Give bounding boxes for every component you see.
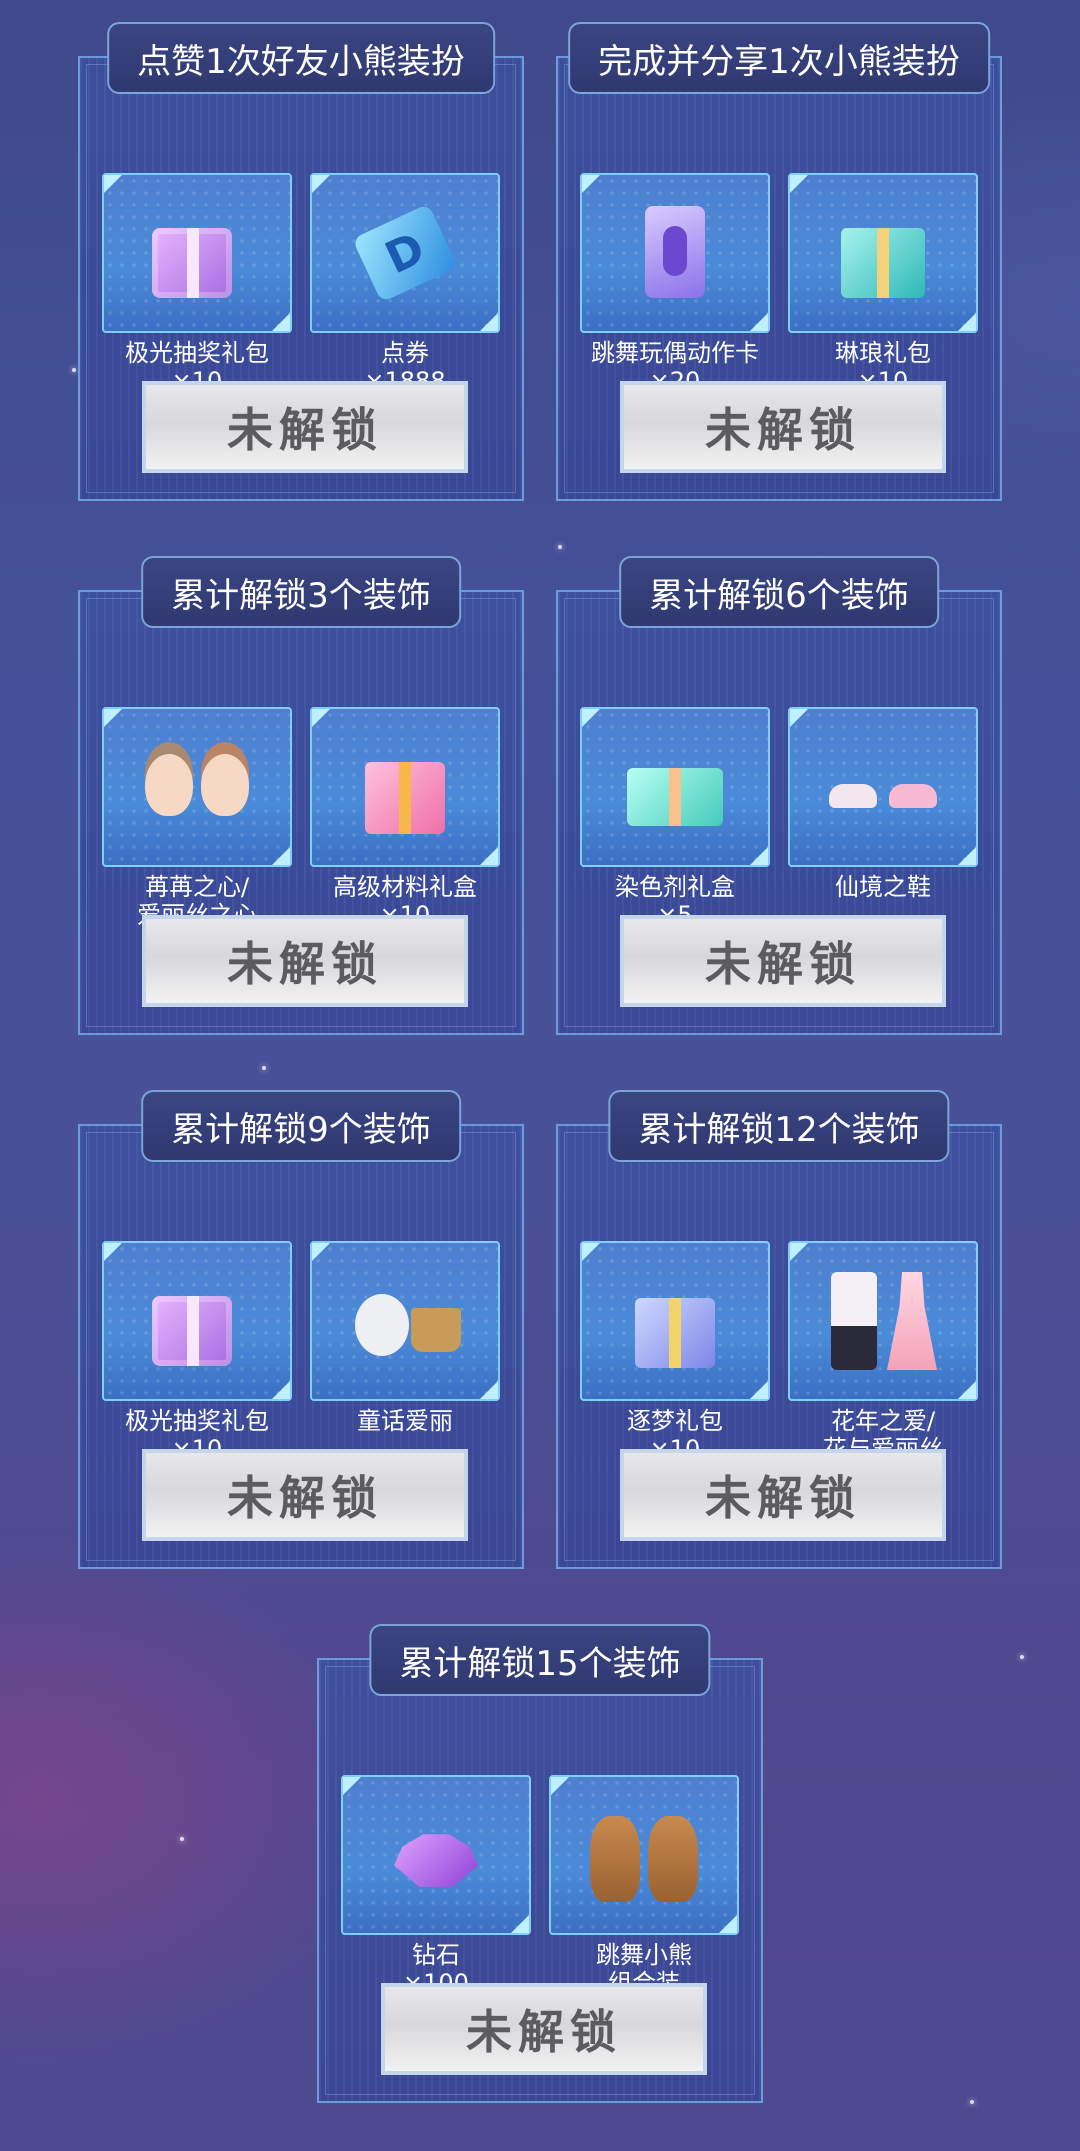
reward-panel: 累计解锁12个装饰 逐梦礼包×10 花年之爱/花与爱丽丝 未解锁 [556,1090,1002,1569]
star-decoration [180,1837,184,1841]
reward-item-card[interactable] [580,173,770,333]
reward-item[interactable]: 童话爱丽 [310,1241,504,1435]
reward-item-card[interactable] [788,1241,978,1401]
reward-item-card[interactable] [310,173,500,333]
reward-item[interactable]: 点券×1888 [310,173,504,395]
reward-item[interactable]: 跳舞玩偶动作卡×20 [580,173,774,395]
reward-item[interactable]: 苒苒之心/爱丽丝之心 [102,707,296,929]
reward-item-card[interactable] [580,1241,770,1401]
reward-item[interactable]: 跳舞小熊组合装 [549,1775,743,1997]
dance-action-card-icon [615,198,735,308]
star-decoration [970,2100,974,2104]
reward-item[interactable]: 花年之爱/花与爱丽丝 [788,1241,982,1463]
locked-button[interactable]: 未解锁 [620,381,946,473]
panel-title: 点赞1次好友小熊装扮 [107,22,495,94]
reward-item-card[interactable] [102,173,292,333]
pink-gift-box-icon [345,732,465,842]
reward-item-card[interactable] [310,707,500,867]
star-decoration [558,545,562,549]
reward-item[interactable]: 琳琅礼包×10 [788,173,982,395]
reward-item-card[interactable] [102,1241,292,1401]
panel-title: 累计解锁3个装饰 [141,556,461,628]
panel-title: 累计解锁12个装饰 [608,1090,950,1162]
reward-item-name: 童话爱丽 [357,1407,453,1435]
reward-item[interactable]: 极光抽奖礼包×10 [102,1241,296,1463]
locked-button[interactable]: 未解锁 [142,381,468,473]
locked-button[interactable]: 未解锁 [620,915,946,1007]
reward-panel: 点赞1次好友小熊装扮 极光抽奖礼包×10 点券×1888 未解锁 [78,22,524,501]
teal-gift-icon [823,198,943,308]
reward-item-card[interactable] [549,1775,739,1935]
reward-item-card[interactable] [341,1775,531,1935]
mint-gift-box-icon [615,732,735,842]
locked-button[interactable]: 未解锁 [381,1983,707,2075]
shoes-icon [823,732,943,842]
locked-button[interactable]: 未解锁 [620,1449,946,1541]
panel-title: 累计解锁15个装饰 [369,1624,711,1696]
locked-button[interactable]: 未解锁 [142,915,468,1007]
reward-item[interactable]: 钻石×100 [341,1775,535,1997]
panel-title: 完成并分享1次小熊装扮 [568,22,990,94]
character-faces-icon [137,732,257,842]
purple-gift-icon [137,1266,257,1376]
dream-gift-icon [615,1266,735,1376]
star-decoration [72,368,76,372]
reward-panel: 累计解锁3个装饰 苒苒之心/爱丽丝之心 高级材料礼盒×10 未解锁 [78,556,524,1035]
reward-item-card[interactable] [310,1241,500,1401]
reward-item[interactable]: 仙境之鞋 [788,707,982,901]
teddy-bears-icon [584,1800,704,1910]
star-decoration [262,1066,266,1070]
panel-title: 累计解锁9个装饰 [141,1090,461,1162]
reward-panel: 累计解锁9个装饰 极光抽奖礼包×10 童话爱丽 未解锁 [78,1090,524,1569]
reward-item[interactable]: 逐梦礼包×10 [580,1241,774,1463]
reward-item-card[interactable] [580,707,770,867]
reward-item[interactable]: 染色剂礼盒×5 [580,707,774,929]
reward-item-card[interactable] [102,707,292,867]
panel-title: 累计解锁6个装饰 [619,556,939,628]
reward-item[interactable]: 高级材料礼盒×10 [310,707,504,929]
outfits-icon [823,1266,943,1376]
reward-panel: 累计解锁6个装饰 染色剂礼盒×5 仙境之鞋 未解锁 [556,556,1002,1035]
locked-button[interactable]: 未解锁 [142,1449,468,1541]
reward-item-card[interactable] [788,173,978,333]
star-decoration [1020,1655,1024,1659]
hamster-basket-icon [345,1266,465,1376]
reward-item[interactable]: 极光抽奖礼包×10 [102,173,296,395]
reward-item-name: 仙境之鞋 [835,873,931,901]
reward-panel: 完成并分享1次小熊装扮 跳舞玩偶动作卡×20 琳琅礼包×10 未解锁 [556,22,1002,501]
reward-item-card[interactable] [788,707,978,867]
coupon-ticket-icon [345,198,465,308]
diamond-gems-icon [376,1800,496,1910]
purple-gift-icon [137,198,257,308]
reward-panel: 累计解锁15个装饰 钻石×100 跳舞小熊组合装 未解锁 [317,1624,763,2103]
